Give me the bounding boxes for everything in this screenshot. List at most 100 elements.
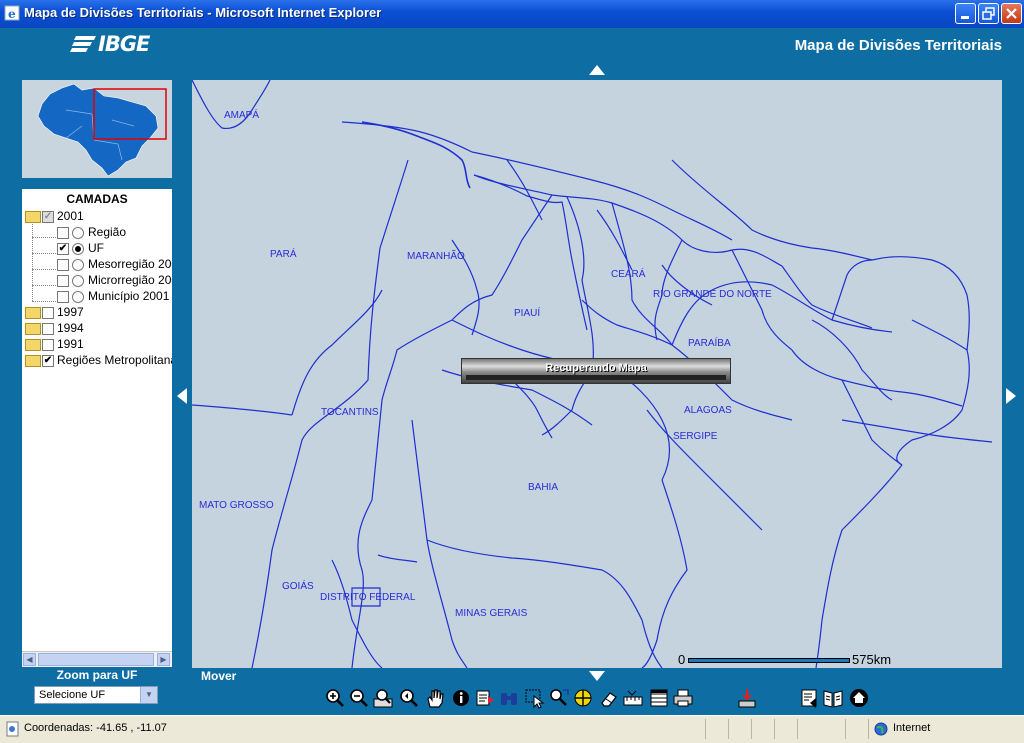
tree-connector — [32, 221, 33, 301]
eraser-icon[interactable] — [598, 687, 620, 709]
pan-north-icon[interactable] — [589, 65, 605, 75]
layer-label: Município 2001 — [88, 289, 170, 303]
app-title: Mapa de Divisões Territoriais — [794, 37, 1002, 54]
overview-map[interactable] — [22, 80, 172, 178]
brazil-overview-icon — [37, 83, 167, 177]
status-bar: Coordenadas: -41.65 , -11.07 Internet — [0, 715, 1024, 743]
tree-connector — [32, 301, 58, 302]
layers-horizontal-scrollbar[interactable]: ◀ ▶ — [22, 651, 172, 667]
map-label-tocantins: TOCANTINS — [321, 407, 379, 418]
layer-radio[interactable] — [72, 243, 84, 255]
folder-icon — [25, 323, 41, 335]
pan-east-icon[interactable] — [1006, 388, 1016, 404]
map-application: IBGE Mapa de Divisões Territoriais CAMAD… — [0, 28, 1024, 715]
home-icon[interactable] — [848, 687, 870, 709]
layer-radio[interactable] — [72, 275, 84, 287]
map-label-rio-grande-do-norte: RIO GRANDE DO NORTE — [653, 289, 772, 300]
pan-west-icon[interactable] — [177, 388, 187, 404]
layer-label: Regiões Metropolitanas — [57, 353, 172, 367]
zoom-previous-icon[interactable] — [398, 687, 420, 709]
layer-checkbox[interactable] — [57, 259, 69, 271]
zoom-uf-label: Zoom para UF — [56, 668, 138, 682]
pan-hand-icon[interactable] — [424, 687, 446, 709]
locate-icon[interactable] — [548, 687, 570, 709]
status-divider — [728, 719, 729, 739]
layer-label: 1991 — [57, 337, 84, 351]
tree-connector — [32, 253, 58, 254]
table-icon[interactable] — [648, 687, 670, 709]
pan-south-icon[interactable] — [589, 671, 605, 681]
legend-icon[interactable] — [622, 687, 644, 709]
layer-checkbox[interactable] — [42, 339, 54, 351]
restore-button[interactable] — [978, 3, 999, 24]
scale-start-label: 0 — [678, 652, 686, 667]
scroll-right-icon[interactable]: ▶ — [157, 653, 170, 666]
layer-label: 1997 — [57, 305, 84, 319]
status-divider — [845, 719, 846, 739]
layer-label: Região — [88, 225, 127, 239]
layer-checkbox[interactable] — [57, 291, 69, 303]
map-label-mato-grosso: MATO GROSSO — [199, 500, 274, 511]
svg-text:e: e — [8, 7, 16, 21]
help-book-icon[interactable] — [822, 687, 844, 709]
folder-icon — [25, 355, 41, 367]
zoom-in-icon[interactable] — [324, 687, 346, 709]
layer-label: Mesorregião 2001 — [88, 257, 172, 271]
folder-icon — [25, 339, 41, 351]
folder-icon — [25, 307, 41, 319]
zoom-extent-icon[interactable] — [372, 687, 394, 709]
layer-checkbox[interactable]: ✔ — [57, 243, 69, 255]
binoculars-icon[interactable] — [498, 687, 520, 709]
export-icon[interactable] — [798, 687, 820, 709]
layer-checkbox[interactable] — [57, 227, 69, 239]
layer-checkbox[interactable]: ✔ — [42, 355, 54, 367]
info-icon[interactable] — [450, 687, 472, 709]
tree-connector — [32, 237, 58, 238]
map-label-amapa: AMAPÁ — [224, 110, 260, 121]
status-divider — [774, 719, 775, 739]
layer-label: Microrregião 2001 — [88, 273, 172, 287]
status-divider — [751, 719, 752, 739]
map-label-paraiba: PARAÍBA — [688, 338, 731, 349]
map-label-sergipe: SERGIPE — [673, 431, 718, 442]
measure-icon[interactable] — [572, 687, 594, 709]
print-icon[interactable] — [672, 687, 694, 709]
layer-radio[interactable] — [72, 227, 84, 239]
loading-text: Recuperando Mapa — [545, 362, 647, 374]
security-zone-label: Internet — [893, 722, 931, 734]
layer-label: UF — [88, 241, 104, 255]
map-label-distrito-federal: DISTRITO FEDERAL — [320, 592, 416, 603]
zoom-out-icon[interactable] — [348, 687, 370, 709]
layer-checkbox[interactable] — [42, 307, 54, 319]
internet-explorer-icon: e — [4, 5, 20, 21]
loading-progress-track — [466, 375, 726, 380]
layer-checkbox[interactable] — [42, 323, 54, 335]
scale-line — [688, 658, 850, 663]
scroll-thumb[interactable] — [38, 653, 154, 666]
globe-icon — [874, 722, 888, 736]
scale-end-label: 575km — [852, 652, 892, 667]
layer-checkbox[interactable]: ✓ — [42, 211, 54, 223]
map-label-piaui: PIAUÍ — [514, 308, 541, 319]
layer-label: 2001 — [57, 209, 84, 223]
layer-radio[interactable] — [72, 259, 84, 271]
download-icon[interactable] — [736, 687, 758, 709]
layer-checkbox[interactable] — [57, 275, 69, 287]
minimize-button[interactable] — [955, 3, 976, 24]
query-icon[interactable] — [474, 687, 496, 709]
uf-select[interactable]: Selecione UF ▼ — [34, 686, 158, 704]
map-label-maranhao: MARANHÃO — [407, 251, 465, 262]
layers-heading: CAMADAS — [66, 192, 128, 206]
scroll-left-icon[interactable]: ◀ — [23, 653, 36, 666]
map-label-ceara: CEARÁ — [611, 269, 646, 280]
coordinates-readout: Coordenadas: -41.65 , -11.07 — [24, 722, 167, 734]
chevron-down-icon[interactable]: ▼ — [140, 687, 157, 703]
select-icon[interactable] — [524, 687, 546, 709]
layer-radio[interactable] — [72, 291, 84, 303]
uf-select-value: Selecione UF — [39, 689, 106, 701]
close-button[interactable] — [1001, 3, 1022, 24]
map-label-bahia: BAHIA — [528, 482, 559, 493]
loading-indicator: Recuperando Mapa — [461, 358, 731, 384]
map-label-para: PARÁ — [270, 249, 297, 260]
window-titlebar: e Mapa de Divisões Territoriais - Micros… — [0, 0, 1024, 28]
